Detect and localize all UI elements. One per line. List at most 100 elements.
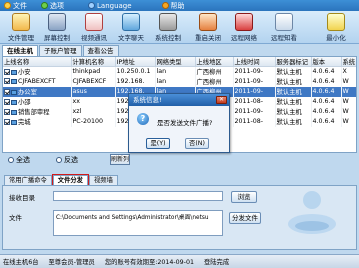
computer-icon (11, 90, 17, 95)
toolbar: 文件管理 屏幕控制 视频通讯 文字聊天 系统控制 重启关闭 远程网络 远程知看 … (0, 11, 359, 44)
system-control-button[interactable]: 系统控制 (150, 13, 186, 43)
online-count: 在线主机6台 (3, 259, 39, 266)
table-cell: xx (71, 96, 116, 107)
row-checkbox[interactable] (4, 119, 10, 125)
menu-options[interactable]: 选项 (41, 1, 64, 11)
column-header[interactable]: 系统 (341, 57, 356, 67)
table-cell: 4.0.6.4 (311, 96, 342, 107)
column-header[interactable]: 上线地区 (195, 57, 234, 67)
tab-announcements[interactable]: 查看公告 (82, 45, 119, 56)
table-cell: PC-20100 (71, 116, 116, 127)
row-checkbox[interactable] (4, 89, 10, 95)
top-tab-bar: 在线主机 子账户管理 查看公告 (2, 45, 119, 56)
table-cell: 2011-09- (233, 76, 276, 87)
table-cell: 2011-09- (233, 66, 276, 77)
video-call-icon (85, 13, 103, 31)
host-name-cell: 小安 (3, 66, 72, 77)
column-header[interactable]: 版本 (311, 57, 342, 67)
column-header[interactable]: 服务器标记 (275, 57, 312, 67)
row-checkbox[interactable] (4, 99, 10, 105)
table-cell: 2011-09- (233, 106, 276, 117)
table-cell: X (341, 66, 356, 77)
table-cell: W (341, 116, 356, 127)
table-cell: 4.0.6.4 (311, 76, 342, 87)
minimize-button[interactable]: 最小化 (318, 13, 354, 43)
screen-control-button[interactable]: 屏幕控制 (39, 13, 75, 43)
help-icon (161, 2, 169, 9)
reboot-button[interactable]: 重启关闭 (190, 13, 226, 43)
select-all-radio[interactable]: 全选 (8, 155, 30, 165)
menu-help[interactable]: 帮助 (161, 1, 185, 11)
table-cell: 默认主机 (275, 96, 312, 107)
notify-icon (275, 13, 293, 31)
table-row[interactable]: 小安 thinkpad 10.250.0.1 lan 广西柳州 2011-09- 默认主机 4… (3, 66, 356, 77)
computer-icon (11, 100, 17, 105)
computer-icon (11, 79, 17, 84)
menu-language[interactable]: Language (88, 2, 132, 10)
column-header[interactable]: 网络类型 (155, 57, 196, 67)
invert-selection-radio[interactable]: 反选 (56, 155, 78, 165)
radio-icon (8, 157, 14, 163)
table-cell: 4.0.6.4 (311, 106, 342, 117)
tab-video-wall[interactable]: 视频墙 (88, 175, 118, 185)
file-label: 文件 (9, 214, 22, 222)
computer-icon (11, 70, 17, 76)
column-header[interactable]: 计算机名称 (71, 57, 116, 67)
row-checkbox[interactable] (4, 109, 10, 115)
file-path-input[interactable]: C:\Documents and Settings\Administrator\… (53, 210, 223, 236)
computer-icon (11, 120, 17, 125)
table-cell: W (341, 96, 356, 107)
system-control-icon (159, 13, 177, 31)
menu-file[interactable]: 文件 (4, 1, 27, 11)
table-cell: 默认主机 (275, 76, 312, 87)
column-header[interactable]: IP地址 (115, 57, 156, 67)
bottom-tab-bar: 常用广播命令 文件分发 视频墙 (4, 174, 118, 186)
table-cell: 4.0.6.4 (311, 116, 342, 127)
row-checkbox[interactable] (4, 78, 10, 84)
table-row[interactable]: CJFABEXCFT CJFABEXCF 192.168. lan 广西柳州 2011-0… (3, 76, 356, 87)
dialog-message: 是否发送文件广播? (157, 119, 213, 127)
file-manager-button[interactable]: 文件管理 (3, 13, 39, 43)
minimize-icon (327, 13, 345, 31)
text-chat-icon (122, 13, 140, 31)
table-cell: 默认主机 (275, 116, 312, 127)
close-icon[interactable]: ✕ (216, 96, 227, 104)
table-cell: W (341, 86, 356, 97)
row-checkbox[interactable] (4, 69, 10, 76)
notify-button[interactable]: 远程知看 (266, 13, 302, 43)
refresh-list-button[interactable]: 刷新列 (110, 154, 130, 165)
table-cell: 4.0.6.4 (311, 66, 342, 77)
receive-dir-input[interactable] (53, 191, 223, 201)
text-chat-button[interactable]: 文字聊天 (113, 13, 149, 43)
column-header[interactable]: 上线名称 (3, 57, 72, 67)
tab-broadcast-commands[interactable]: 常用广播命令 (4, 175, 52, 185)
receive-dir-label: 接收目录 (9, 194, 35, 202)
confirm-dialog: 系统信息! ✕ ? 是否发送文件广播? 是(Y) 否(N) (128, 93, 230, 153)
folder-icon (4, 2, 11, 9)
video-call-button[interactable]: 视频通讯 (76, 13, 112, 43)
remote-network-button[interactable]: 远程网络 (226, 13, 262, 43)
host-name: 办公室 (18, 89, 37, 96)
host-name-cell: 办公室 (3, 86, 72, 97)
computer-icon (11, 110, 17, 115)
yes-button[interactable]: 是(Y) (146, 138, 170, 149)
column-header[interactable]: 上线时间 (233, 57, 276, 67)
table-cell: 广西柳州 (195, 76, 234, 87)
tab-online-hosts[interactable]: 在线主机 (2, 45, 38, 56)
question-icon: ? (137, 113, 149, 125)
remote-network-icon (235, 13, 253, 31)
distribute-file-button[interactable]: 分发文件 (229, 212, 261, 224)
tab-sub-accounts[interactable]: 子账户管理 (39, 45, 82, 56)
host-name: 销售部审程 (18, 109, 50, 116)
table-cell: xzl (71, 106, 116, 117)
status-bar: 在线主机6台 至尊会员-管理员 您的账号有效期至:2014-09-01 登陆完成 (0, 254, 359, 268)
no-button[interactable]: 否(N) (185, 138, 209, 149)
host-name: 小安 (18, 69, 31, 77)
table-cell: 广西柳州 (195, 66, 234, 77)
globe-icon (88, 2, 95, 9)
table-cell: 192.168. (115, 76, 156, 87)
table-cell: lan (155, 76, 196, 87)
tab-file-distribution[interactable]: 文件分发 (51, 174, 89, 186)
table-cell: 默认主机 (275, 86, 312, 97)
browse-button[interactable]: 浏览 (231, 191, 257, 203)
